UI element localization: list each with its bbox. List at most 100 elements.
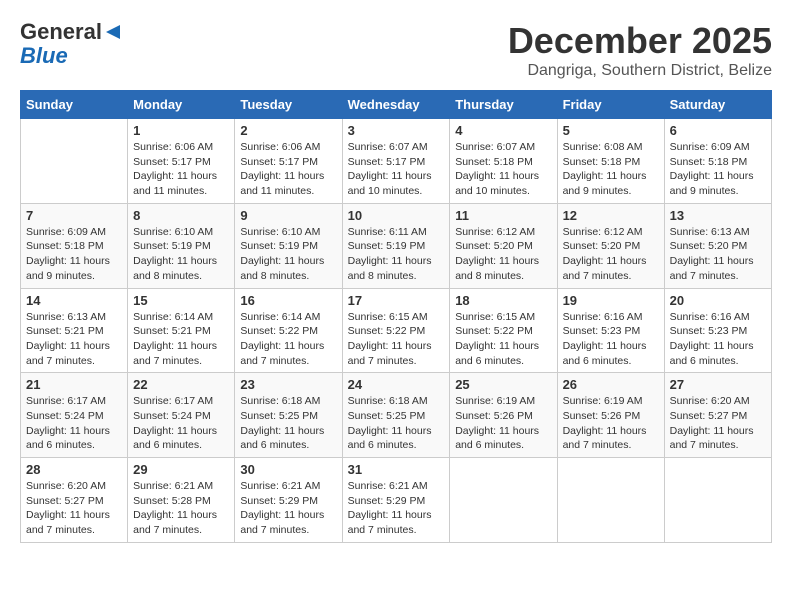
day-info: Sunrise: 6:20 AMSunset: 5:27 PMDaylight:… [26, 479, 122, 538]
day-number: 13 [670, 208, 766, 223]
day-number: 9 [240, 208, 336, 223]
calendar-day-cell: 6 Sunrise: 6:09 AMSunset: 5:18 PMDaylight… [664, 119, 771, 204]
day-info: Sunrise: 6:13 AMSunset: 5:21 PMDaylight:… [26, 310, 122, 369]
day-info: Sunrise: 6:09 AMSunset: 5:18 PMDaylight:… [670, 140, 766, 199]
logo-arrow-icon [104, 25, 122, 39]
day-info: Sunrise: 6:06 AMSunset: 5:17 PMDaylight:… [240, 140, 336, 199]
logo-general: General [20, 20, 102, 44]
day-info: Sunrise: 6:13 AMSunset: 5:20 PMDaylight:… [670, 225, 766, 284]
day-info: Sunrise: 6:18 AMSunset: 5:25 PMDaylight:… [240, 394, 336, 453]
calendar-table: SundayMondayTuesdayWednesdayThursdayFrid… [20, 90, 772, 543]
calendar-day-cell: 15 Sunrise: 6:14 AMSunset: 5:21 PMDayligh… [128, 288, 235, 373]
day-info: Sunrise: 6:15 AMSunset: 5:22 PMDaylight:… [348, 310, 445, 369]
month-title: December 2025 [508, 20, 772, 62]
day-number: 8 [133, 208, 229, 223]
calendar-day-cell: 12 Sunrise: 6:12 AMSunset: 5:20 PMDayligh… [557, 203, 664, 288]
day-of-week-header: Sunday [21, 91, 128, 119]
day-info: Sunrise: 6:14 AMSunset: 5:22 PMDaylight:… [240, 310, 336, 369]
day-number: 12 [563, 208, 659, 223]
calendar-day-cell: 30Sunrise: 6:21 AMSunset: 5:29 PMDayligh… [235, 458, 342, 543]
day-number: 27 [670, 377, 766, 392]
day-info: Sunrise: 6:07 AMSunset: 5:17 PMDaylight:… [348, 140, 445, 199]
calendar-day-cell: 4Sunrise: 6:07 AMSunset: 5:18 PMDaylight… [450, 119, 557, 204]
day-number: 28 [26, 462, 122, 477]
day-number: 14 [26, 293, 122, 308]
day-info: Sunrise: 6:09 AMSunset: 5:18 PMDaylight:… [26, 225, 122, 284]
calendar-day-cell: 10 Sunrise: 6:11 AMSunset: 5:19 PMDayligh… [342, 203, 450, 288]
calendar-day-cell: 27Sunrise: 6:20 AMSunset: 5:27 PMDayligh… [664, 373, 771, 458]
calendar-week-row: 7 Sunrise: 6:09 AMSunset: 5:18 PMDaylight… [21, 203, 772, 288]
day-number: 15 [133, 293, 229, 308]
day-number: 6 [670, 123, 766, 138]
day-number: 22 [133, 377, 229, 392]
calendar-day-cell: 26Sunrise: 6:19 AMSunset: 5:26 PMDayligh… [557, 373, 664, 458]
logo: General Blue [20, 20, 122, 68]
calendar-day-cell: 13 Sunrise: 6:13 AMSunset: 5:20 PMDayligh… [664, 203, 771, 288]
day-number: 10 [348, 208, 445, 223]
day-info: Sunrise: 6:10 AMSunset: 5:19 PMDaylight:… [240, 225, 336, 284]
day-number: 16 [240, 293, 336, 308]
day-info: Sunrise: 6:16 AMSunset: 5:23 PMDaylight:… [563, 310, 659, 369]
day-info: Sunrise: 6:12 AMSunset: 5:20 PMDaylight:… [455, 225, 551, 284]
day-number: 19 [563, 293, 659, 308]
calendar-day-cell: 28 Sunrise: 6:20 AMSunset: 5:27 PMDayligh… [21, 458, 128, 543]
calendar-day-cell [450, 458, 557, 543]
logo-blue: Blue [20, 44, 68, 68]
calendar-day-cell: 31 Sunrise: 6:21 AMSunset: 5:29 PMDayligh… [342, 458, 450, 543]
day-number: 17 [348, 293, 445, 308]
day-info: Sunrise: 6:17 AMSunset: 5:24 PMDaylight:… [26, 394, 122, 453]
day-number: 21 [26, 377, 122, 392]
day-of-week-header: Monday [128, 91, 235, 119]
calendar-day-cell: 20 Sunrise: 6:16 AMSunset: 5:23 PMDayligh… [664, 288, 771, 373]
calendar-week-row: 28 Sunrise: 6:20 AMSunset: 5:27 PMDayligh… [21, 458, 772, 543]
calendar-day-cell: 21 Sunrise: 6:17 AMSunset: 5:24 PMDayligh… [21, 373, 128, 458]
calendar-day-cell: 17 Sunrise: 6:15 AMSunset: 5:22 PMDayligh… [342, 288, 450, 373]
day-number: 7 [26, 208, 122, 223]
calendar-day-cell: 2Sunrise: 6:06 AMSunset: 5:17 PMDaylight… [235, 119, 342, 204]
calendar-week-row: 21 Sunrise: 6:17 AMSunset: 5:24 PMDayligh… [21, 373, 772, 458]
calendar-day-cell [664, 458, 771, 543]
day-info: Sunrise: 6:14 AMSunset: 5:21 PMDaylight:… [133, 310, 229, 369]
location-title: Dangriga, Southern District, Belize [508, 62, 772, 80]
calendar-week-row: 14 Sunrise: 6:13 AMSunset: 5:21 PMDayligh… [21, 288, 772, 373]
calendar-day-cell: 19 Sunrise: 6:16 AMSunset: 5:23 PMDayligh… [557, 288, 664, 373]
day-number: 30 [240, 462, 336, 477]
calendar-day-cell: 22 Sunrise: 6:17 AMSunset: 5:24 PMDayligh… [128, 373, 235, 458]
calendar-day-cell: 29 Sunrise: 6:21 AMSunset: 5:28 PMDayligh… [128, 458, 235, 543]
day-of-week-header: Thursday [450, 91, 557, 119]
day-info: Sunrise: 6:21 AMSunset: 5:29 PMDaylight:… [348, 479, 445, 538]
calendar-day-cell: 11Sunrise: 6:12 AMSunset: 5:20 PMDayligh… [450, 203, 557, 288]
day-info: Sunrise: 6:17 AMSunset: 5:24 PMDaylight:… [133, 394, 229, 453]
day-number: 1 [133, 123, 229, 138]
day-info: Sunrise: 6:06 AMSunset: 5:17 PMDaylight:… [133, 140, 229, 199]
day-of-week-header: Tuesday [235, 91, 342, 119]
calendar-week-row: 1 Sunrise: 6:06 AMSunset: 5:17 PMDaylight… [21, 119, 772, 204]
day-number: 25 [455, 377, 551, 392]
day-info: Sunrise: 6:18 AMSunset: 5:25 PMDaylight:… [348, 394, 445, 453]
day-info: Sunrise: 6:12 AMSunset: 5:20 PMDaylight:… [563, 225, 659, 284]
calendar-day-cell: 14 Sunrise: 6:13 AMSunset: 5:21 PMDayligh… [21, 288, 128, 373]
day-info: Sunrise: 6:15 AMSunset: 5:22 PMDaylight:… [455, 310, 551, 369]
day-info: Sunrise: 6:10 AMSunset: 5:19 PMDaylight:… [133, 225, 229, 284]
day-number: 23 [240, 377, 336, 392]
day-info: Sunrise: 6:16 AMSunset: 5:23 PMDaylight:… [670, 310, 766, 369]
calendar-day-cell: 18Sunrise: 6:15 AMSunset: 5:22 PMDayligh… [450, 288, 557, 373]
day-info: Sunrise: 6:19 AMSunset: 5:26 PMDaylight:… [455, 394, 551, 453]
day-number: 31 [348, 462, 445, 477]
day-number: 5 [563, 123, 659, 138]
day-info: Sunrise: 6:19 AMSunset: 5:26 PMDaylight:… [563, 394, 659, 453]
day-number: 20 [670, 293, 766, 308]
day-of-week-header: Wednesday [342, 91, 450, 119]
calendar-day-cell: 23 Sunrise: 6:18 AMSunset: 5:25 PMDayligh… [235, 373, 342, 458]
calendar-day-cell: 8 Sunrise: 6:10 AMSunset: 5:19 PMDaylight… [128, 203, 235, 288]
day-info: Sunrise: 6:11 AMSunset: 5:19 PMDaylight:… [348, 225, 445, 284]
calendar-day-cell [21, 119, 128, 204]
calendar-day-cell: 1 Sunrise: 6:06 AMSunset: 5:17 PMDaylight… [128, 119, 235, 204]
calendar-header-row: SundayMondayTuesdayWednesdayThursdayFrid… [21, 91, 772, 119]
calendar-day-cell [557, 458, 664, 543]
calendar-day-cell: 9 Sunrise: 6:10 AMSunset: 5:19 PMDaylight… [235, 203, 342, 288]
day-number: 29 [133, 462, 229, 477]
day-number: 3 [348, 123, 445, 138]
day-info: Sunrise: 6:21 AMSunset: 5:28 PMDaylight:… [133, 479, 229, 538]
day-info: Sunrise: 6:08 AMSunset: 5:18 PMDaylight:… [563, 140, 659, 199]
